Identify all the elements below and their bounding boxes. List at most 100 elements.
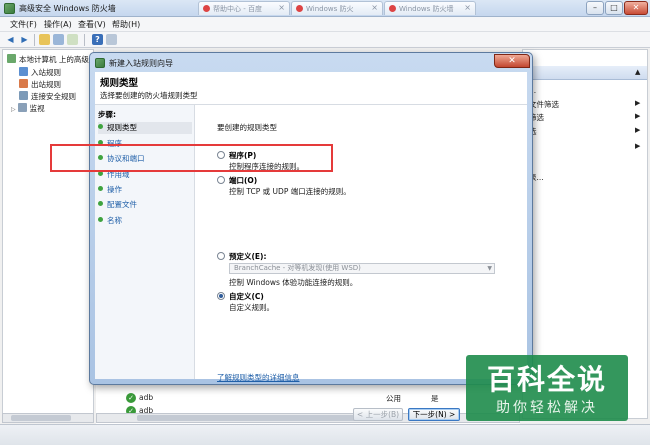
learn-more-link[interactable]: 了解规则类型的详细信息 — [217, 372, 300, 383]
tab-favicon-icon — [296, 5, 303, 12]
tree-item-monitoring[interactable]: ▷ 监视 — [11, 103, 45, 114]
firewall-icon — [4, 3, 15, 14]
expand-arrow-icon[interactable]: ▷ — [11, 106, 16, 113]
radio-port[interactable] — [217, 176, 225, 184]
option-custom-desc: 自定义规则。 — [229, 303, 274, 312]
tab-label: Windows 防火墙 — [399, 5, 454, 13]
background-tab[interactable]: Windows 防火 × — [291, 1, 383, 15]
rule-enabled: 是 — [431, 394, 439, 403]
close-icon[interactable]: × — [278, 3, 285, 12]
toolbar: ◀ ▶ ? — [0, 32, 650, 48]
page-title: 规则类型 — [100, 78, 139, 89]
collapse-arrow-icon[interactable]: ▲ — [635, 68, 640, 76]
refresh-icon[interactable] — [67, 34, 78, 45]
tree-item-outbound-rules[interactable]: 出站规则 — [19, 79, 61, 90]
background-tab[interactable]: Windows 防火墙 × — [384, 1, 476, 15]
option-port-desc: 控制 TCP 或 UDP 端口连接的规则。 — [229, 187, 351, 196]
maximize-button[interactable]: □ — [605, 1, 623, 15]
watermark-logo: 百科全说 助你轻松解决 — [466, 355, 628, 421]
step-bullet-icon — [98, 217, 103, 222]
step-action[interactable]: 操作 — [98, 184, 122, 195]
inbound-rules-icon — [19, 67, 28, 76]
toolbar-divider — [34, 34, 35, 46]
toolbar-divider — [84, 34, 85, 46]
menu-action[interactable]: 操作(A) — [44, 19, 72, 30]
firewall-icon — [7, 54, 16, 63]
tree-root-label: 本地计算机 上的高级 — [19, 55, 89, 64]
status-bar — [0, 424, 650, 445]
nav-scrollbar[interactable] — [2, 413, 94, 423]
radio-predefined[interactable] — [217, 252, 225, 260]
option-port-label[interactable]: 端口(O) — [229, 175, 257, 186]
step-rule-type[interactable]: 规则类型 — [98, 122, 192, 134]
firewall-icon — [95, 58, 105, 68]
tree-item-connection-security[interactable]: 连接安全规则 — [19, 91, 76, 102]
rule-name: adb — [139, 393, 154, 402]
step-profile[interactable]: 配置文件 — [98, 199, 137, 210]
scroll-thumb[interactable] — [11, 415, 71, 421]
steps-title: 步骤: — [98, 110, 116, 119]
connection-security-icon — [19, 91, 28, 100]
properties-icon[interactable] — [106, 34, 117, 45]
submenu-arrow-icon: ▶ — [635, 126, 641, 134]
step-label: 规则类型 — [107, 123, 137, 132]
console-tree-icon[interactable] — [53, 34, 64, 45]
background-tab[interactable]: 帮助中心 - 百度 × — [198, 1, 290, 15]
next-button[interactable]: 下一步(N) > — [408, 408, 460, 421]
tree-item-label: 入站规则 — [31, 68, 61, 77]
menu-file[interactable]: 文件(F) — [10, 19, 37, 30]
tab-favicon-icon — [389, 5, 396, 12]
back-arrow-icon[interactable]: ◀ — [5, 34, 16, 45]
step-label: 配置文件 — [107, 200, 137, 209]
highlight-annotation — [50, 144, 333, 172]
option-predefined-label[interactable]: 预定义(E): — [229, 251, 266, 262]
close-icon[interactable]: × — [371, 3, 378, 12]
back-button[interactable]: < 上一步(B) — [353, 408, 403, 421]
menu-bar: 文件(F) 操作(A) 查看(V) 帮助(H) — [0, 17, 650, 32]
rule-profile: 公用 — [386, 394, 401, 403]
tree-item-label: 出站规则 — [31, 80, 61, 89]
step-bullet-icon — [98, 201, 103, 206]
page-subtitle: 选择要创建的防火墙规则类型 — [100, 91, 198, 100]
step-label: 操作 — [107, 185, 122, 194]
action-item[interactable]: 文件筛选 — [529, 99, 559, 110]
step-label: 名称 — [107, 216, 122, 225]
tab-label: Windows 防火 — [306, 5, 354, 13]
tree-root[interactable]: 本地计算机 上的高级 — [7, 54, 89, 65]
submenu-arrow-icon: ▶ — [635, 99, 641, 107]
table-row[interactable]: ✓ adb 公用 是 — [126, 392, 506, 404]
step-name[interactable]: 名称 — [98, 215, 122, 226]
scroll-thumb[interactable] — [137, 415, 367, 421]
option-custom-label[interactable]: 自定义(C) — [229, 291, 264, 302]
radio-custom[interactable] — [217, 292, 225, 300]
wizard-title: 新建入站规则向导 — [109, 59, 173, 68]
option-predefined-desc: 控制 Windows 体验功能连接的规则。 — [229, 278, 358, 287]
outbound-rules-icon — [19, 79, 28, 88]
watermark-subtitle: 助你轻松解决 — [496, 400, 598, 416]
close-icon[interactable]: × — [464, 3, 471, 12]
folder-up-icon[interactable] — [39, 34, 50, 45]
close-button[interactable]: ✕ — [494, 54, 530, 68]
rule-type-prompt: 要创建的规则类型 — [217, 123, 277, 132]
navigation-tree: 本地计算机 上的高级 入站规则 出站规则 连接安全规则 ▷ 监视 — [2, 49, 94, 419]
enabled-check-icon: ✓ — [126, 393, 136, 403]
monitoring-icon — [17, 103, 27, 112]
submenu-arrow-icon: ▶ — [635, 112, 641, 120]
step-bullet-icon — [98, 124, 103, 129]
tab-label: 帮助中心 - 百度 — [213, 5, 262, 13]
new-inbound-rule-wizard: 新建入站规则向导 ✕ 规则类型 选择要创建的防火墙规则类型 步骤: 规则类型 程… — [89, 52, 533, 421]
predefined-select[interactable]: BranchCache - 对等机发现(使用 WSD) ▼ — [229, 263, 495, 274]
wizard-header: 规则类型 选择要创建的防火墙规则类型 — [95, 72, 527, 105]
menu-view[interactable]: 查看(V) — [78, 19, 106, 30]
watermark-title: 百科全说 — [486, 363, 607, 396]
close-button[interactable]: ✕ — [624, 1, 648, 15]
predefined-select-value: BranchCache - 对等机发现(使用 WSD) — [234, 264, 361, 272]
menu-help[interactable]: 帮助(H) — [112, 19, 140, 30]
help-icon[interactable]: ? — [92, 34, 103, 45]
tree-item-label: 连接安全规则 — [31, 92, 76, 101]
tree-item-inbound-rules[interactable]: 入站规则 — [19, 67, 61, 78]
minimize-button[interactable]: – — [586, 1, 604, 15]
submenu-arrow-icon: ▶ — [635, 142, 641, 150]
forward-arrow-icon[interactable]: ▶ — [19, 34, 30, 45]
title-bar: 高级安全 Windows 防火墙 帮助中心 - 百度 × Windows 防火 … — [0, 0, 650, 17]
